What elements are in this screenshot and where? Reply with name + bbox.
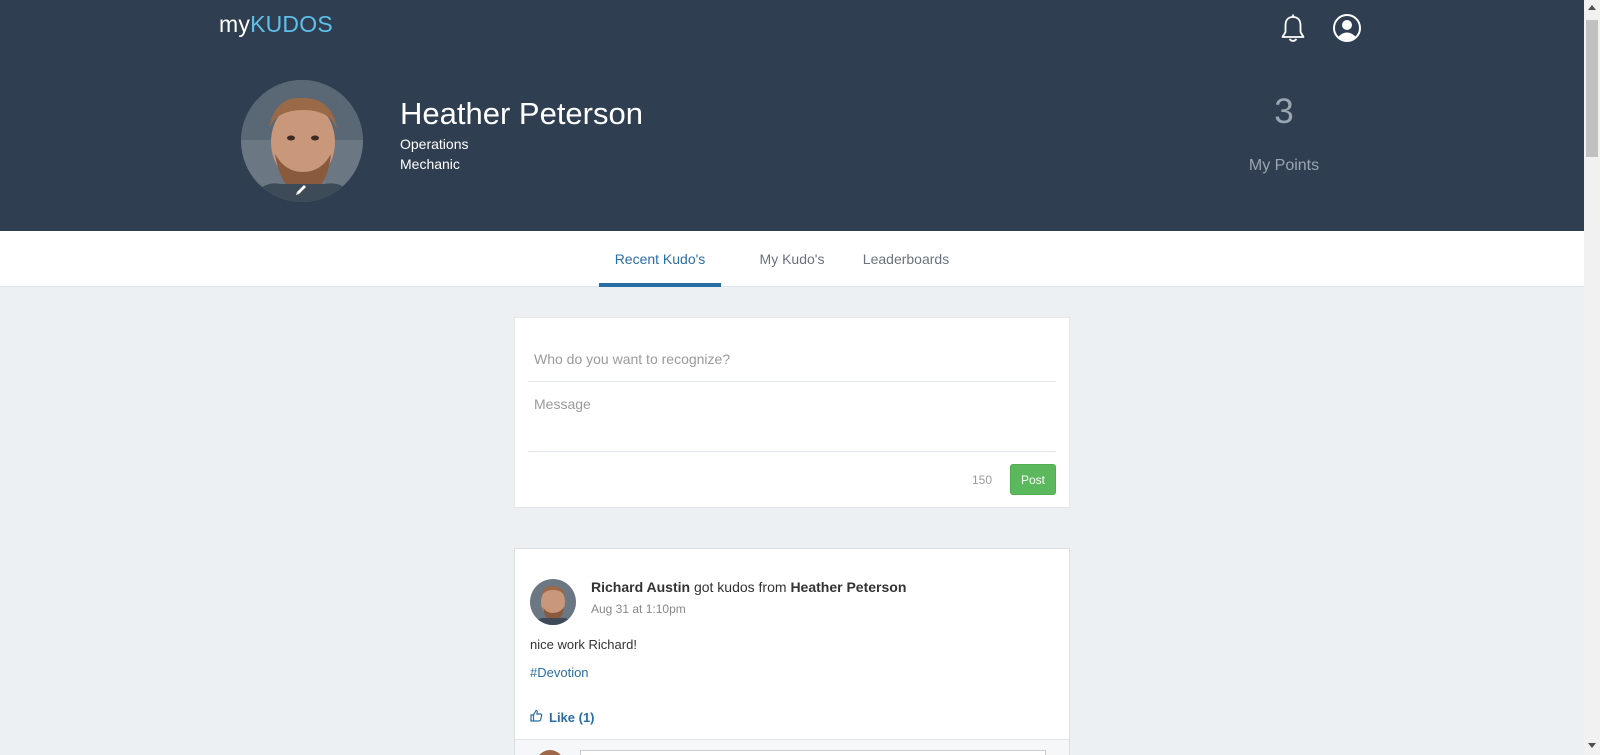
tab-bar: Recent Kudo's My Kudo's Leaderboards — [0, 231, 1584, 287]
points-value: 3 — [1274, 92, 1294, 131]
like-label: Like (1) — [549, 709, 595, 725]
post-button[interactable]: Post — [1010, 464, 1056, 495]
thumbs-up-icon — [530, 709, 543, 725]
compose-card: 150 Post — [514, 317, 1070, 508]
page-scrollbar[interactable] — [1584, 0, 1600, 755]
profile-header: myKUDOS Heather Peterson Operations Mech… — [0, 0, 1584, 231]
scroll-down-arrow-icon[interactable] — [1588, 743, 1596, 748]
comment-row — [515, 739, 1069, 755]
recipient-name[interactable]: Richard Austin — [591, 579, 690, 595]
app-logo[interactable]: myKUDOS — [219, 11, 333, 38]
profile-department: Operations — [400, 136, 469, 152]
recipient-avatar[interactable] — [530, 579, 576, 625]
sender-name[interactable]: Heather Peterson — [790, 579, 906, 595]
feed-headline: Richard Austin got kudos from Heather Pe… — [591, 579, 906, 595]
like-button[interactable]: Like (1) — [530, 709, 595, 725]
feed-action: got kudos from — [693, 579, 787, 595]
profile-name: Heather Peterson — [400, 96, 643, 131]
scroll-thumb[interactable] — [1586, 20, 1598, 157]
char-count: 150 — [972, 473, 993, 487]
tab-recent-kudos[interactable]: Recent Kudo's — [599, 231, 721, 287]
edit-avatar-icon[interactable] — [294, 183, 308, 197]
tab-my-kudos[interactable]: My Kudo's — [740, 231, 844, 287]
scroll-up-arrow-icon[interactable] — [1588, 5, 1596, 10]
feed-timestamp: Aug 31 at 1:10pm — [591, 602, 686, 616]
points-label: My Points — [1248, 157, 1320, 174]
feed-message: nice work Richard! — [530, 637, 637, 652]
tab-leaderboards[interactable]: Leaderboards — [856, 231, 956, 287]
recipient-input[interactable] — [528, 336, 1056, 382]
logo-prefix: my — [219, 11, 251, 37]
logo-accent: KUDOS — [250, 11, 333, 37]
user-icon[interactable] — [1332, 13, 1362, 43]
profile-role: Mechanic — [400, 156, 460, 172]
bell-icon[interactable] — [1278, 13, 1308, 45]
commenter-avatar — [536, 750, 564, 755]
comment-input[interactable] — [580, 750, 1046, 755]
message-input[interactable] — [528, 388, 1056, 452]
kudos-feed-item: Richard Austin got kudos from Heather Pe… — [514, 548, 1070, 755]
feed-hashtag[interactable]: #Devotion — [530, 665, 589, 680]
